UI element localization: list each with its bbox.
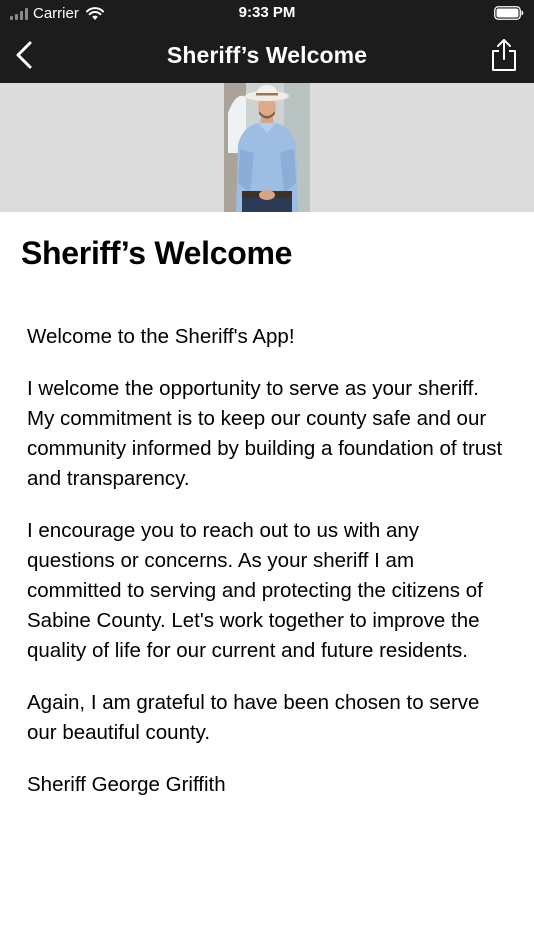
- commitment-paragraph: I welcome the opportunity to serve as yo…: [27, 377, 503, 490]
- navigation-bar: Sheriff’s Welcome: [0, 28, 534, 83]
- share-icon[interactable]: [490, 38, 518, 72]
- signature: Sheriff George Griffith: [27, 773, 226, 796]
- nav-title: Sheriff’s Welcome: [166, 42, 368, 68]
- page-title: Sheriff’s Welcome: [21, 235, 293, 271]
- encouragement-paragraph: I encourage you to reach out to us with …: [27, 519, 483, 662]
- greeting-paragraph: Welcome to the Sheriff's App!: [27, 325, 295, 348]
- battery-icon: [494, 6, 524, 20]
- welcome-message: Welcome to the Sheriff's App! I welcome …: [27, 322, 511, 822]
- gratitude-paragraph: Again, I am grateful to have been chosen…: [27, 691, 480, 744]
- status-bar: Carrier 9:33 PM: [0, 0, 534, 28]
- sheriff-portrait: [224, 83, 310, 212]
- hero-banner: [0, 83, 534, 212]
- status-time: 9:33 PM: [238, 4, 296, 21]
